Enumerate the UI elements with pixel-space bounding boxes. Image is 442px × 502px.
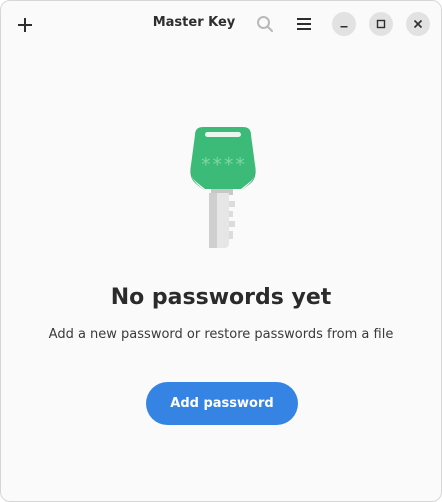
close-button[interactable]	[406, 12, 430, 36]
search-button[interactable]	[251, 9, 279, 39]
main-menu-button[interactable]	[289, 9, 319, 39]
empty-state-description: Add a new password or restore passwords …	[48, 327, 394, 342]
header-bar: Master Key	[1, 1, 441, 47]
plus-icon	[18, 18, 32, 32]
add-button[interactable]	[9, 9, 41, 41]
hamburger-menu-icon	[297, 18, 311, 30]
window-title: Master Key	[152, 15, 236, 30]
empty-state-title: No passwords yet	[110, 285, 332, 310]
minimize-icon	[340, 26, 348, 28]
key-icon: ****	[190, 127, 256, 248]
app-window: Master Key **** No passwords yet Add a n…	[0, 0, 442, 502]
add-password-button[interactable]: Add password	[146, 382, 298, 425]
close-icon	[413, 19, 423, 29]
svg-text:****: ****	[200, 154, 246, 176]
search-icon	[257, 16, 273, 32]
empty-state: **** No passwords yet Add a new password…	[1, 47, 441, 501]
maximize-icon	[376, 19, 386, 29]
minimize-button[interactable]	[332, 12, 356, 36]
maximize-button[interactable]	[369, 12, 393, 36]
